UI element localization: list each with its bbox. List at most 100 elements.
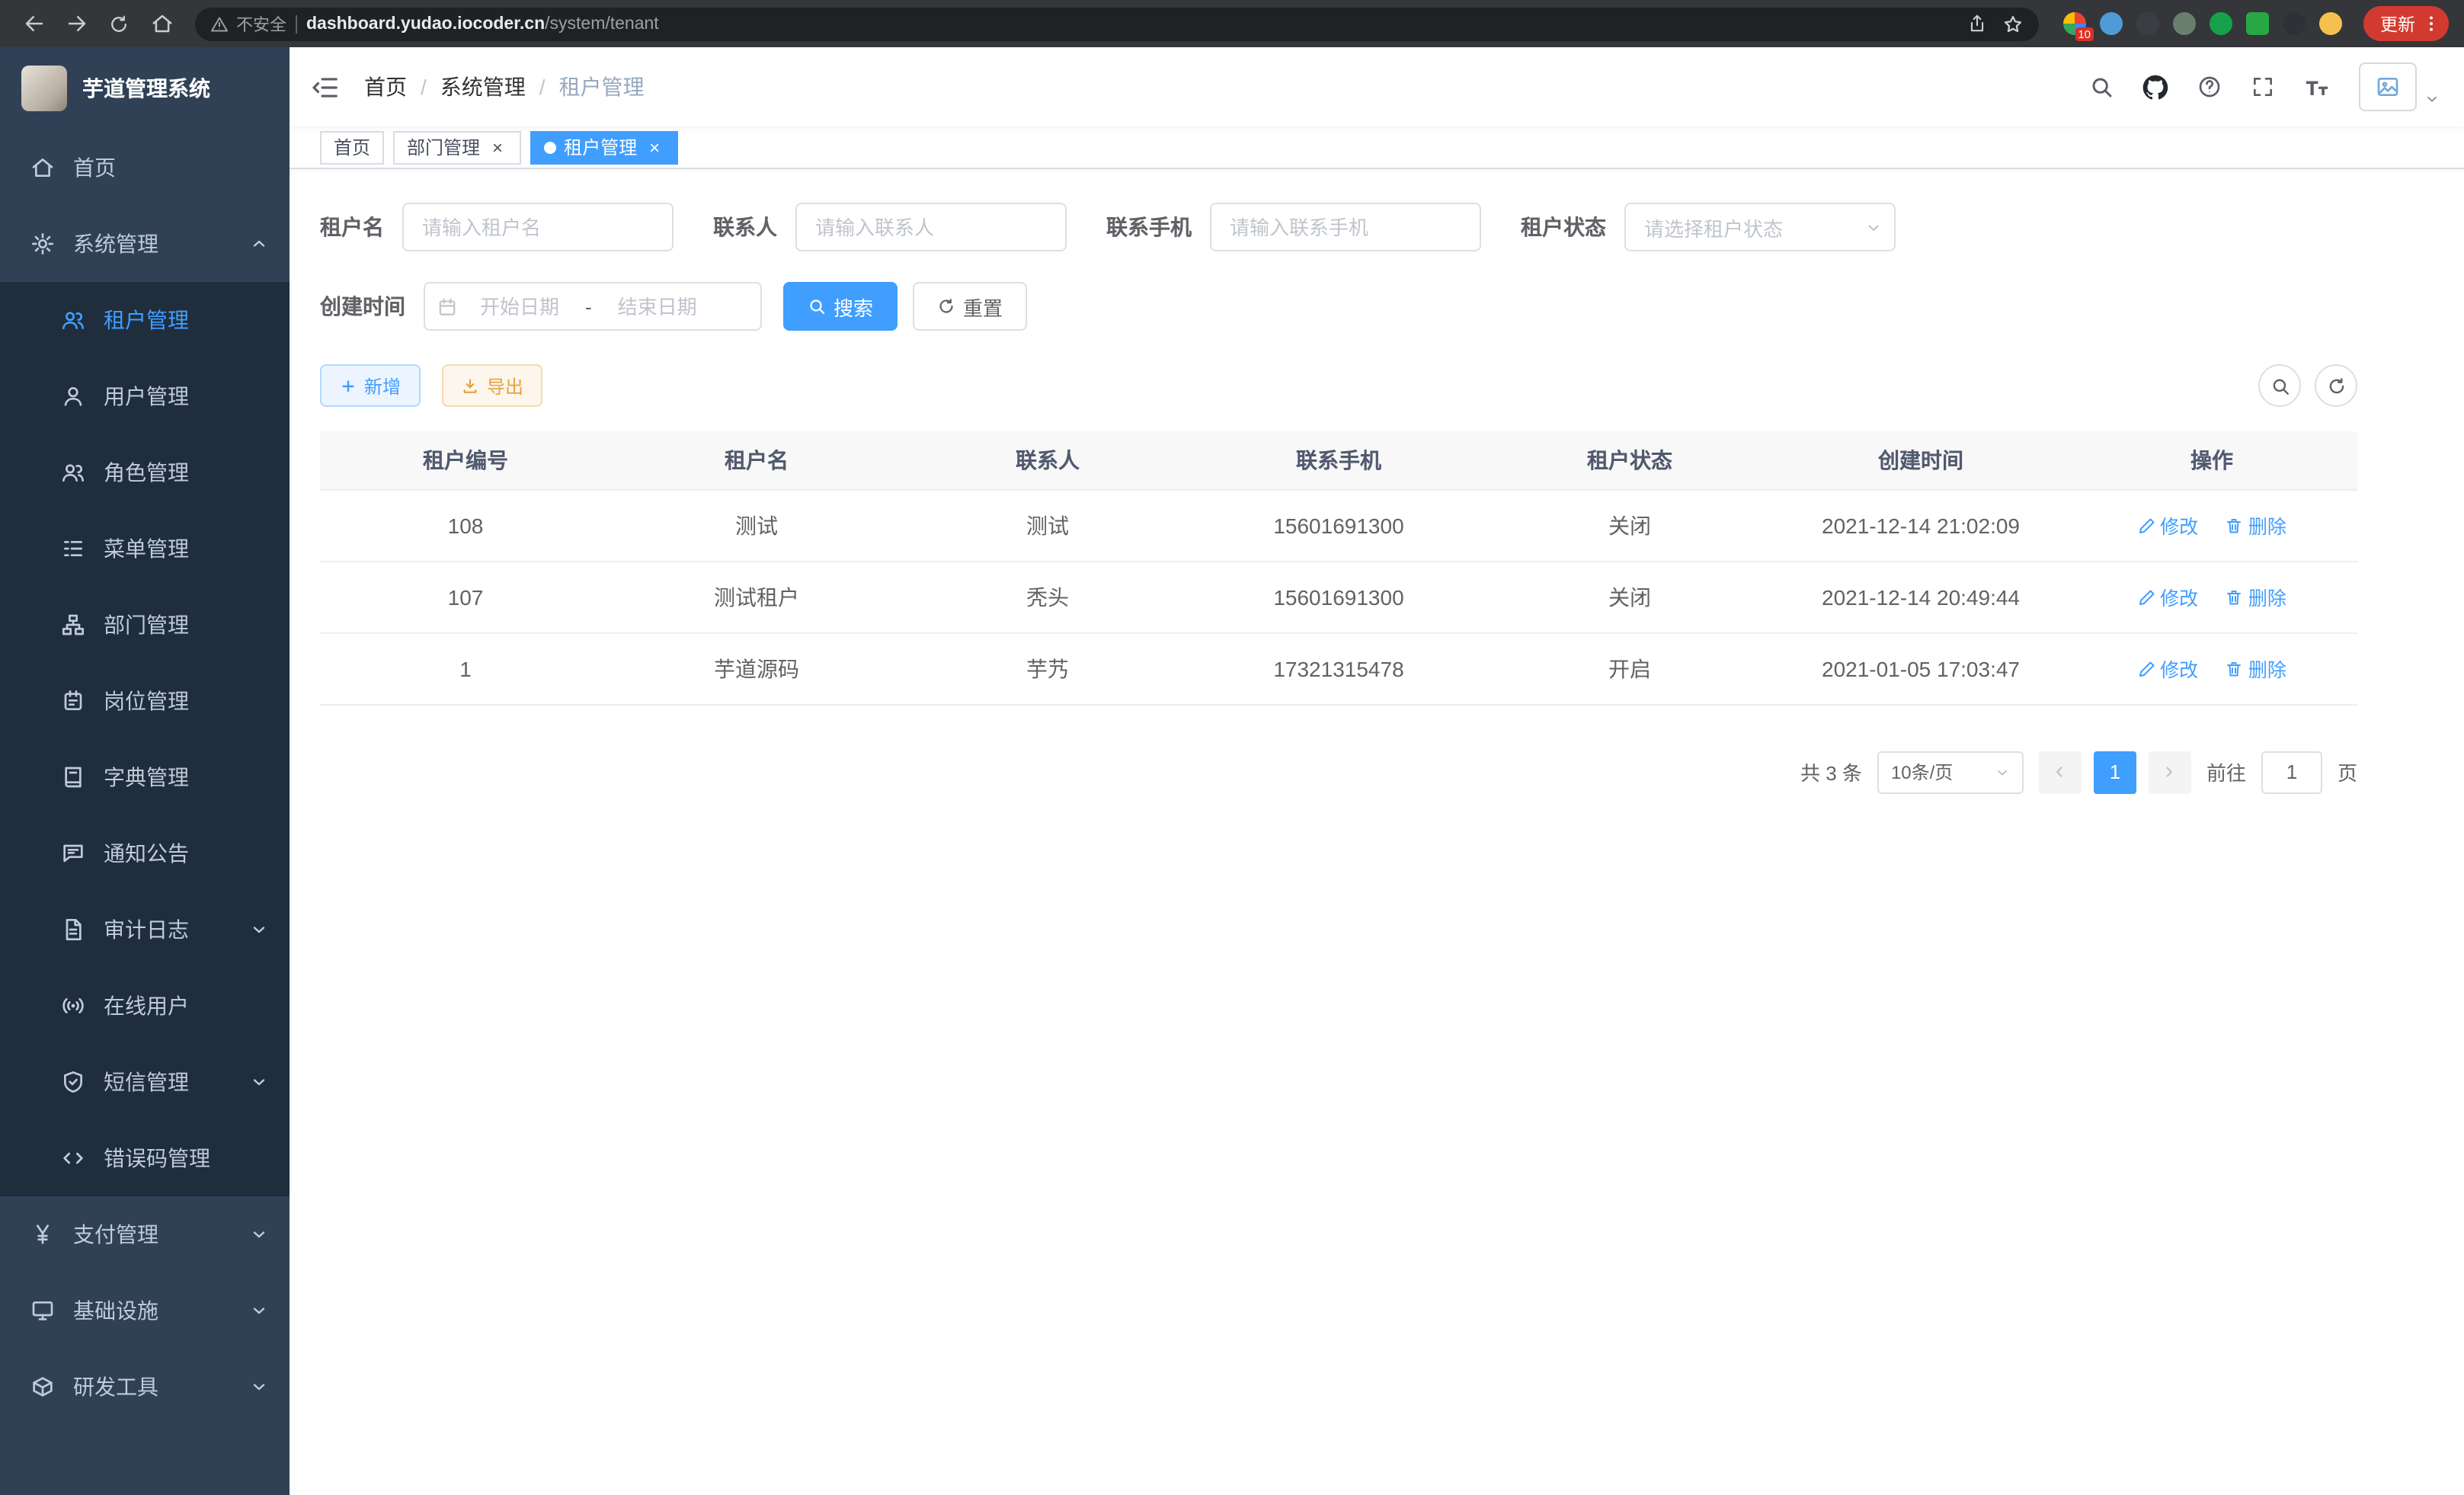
search-icon — [2089, 75, 2114, 99]
phone-input[interactable] — [1210, 203, 1481, 251]
reset-button[interactable]: 重置 — [913, 282, 1027, 331]
sidebar-item-notice[interactable]: 通知公告 — [0, 815, 290, 892]
refresh-table-button[interactable] — [2315, 364, 2357, 407]
extension-icon[interactable] — [2210, 12, 2232, 35]
browser-update-button[interactable]: 更新 — [2363, 6, 2449, 41]
address-bar[interactable]: 不安全 dashboard.yudao.iocoder.cn/system/te… — [195, 7, 2039, 40]
sidebar-item-error-code[interactable]: 错误码管理 — [0, 1120, 290, 1196]
range-separator: - — [582, 295, 595, 318]
sidebar-item-label: 错误码管理 — [104, 1143, 210, 1173]
sidebar-item-roles[interactable]: 角色管理 — [0, 434, 290, 511]
tenant-name-input[interactable] — [402, 203, 674, 251]
edit-icon — [2137, 659, 2155, 677]
header-search-button[interactable] — [2089, 75, 2114, 99]
sidebar-item-menus[interactable]: 菜单管理 — [0, 511, 290, 587]
start-date-input[interactable] — [460, 295, 579, 318]
notice-icon — [61, 841, 85, 866]
browser-reload-button[interactable] — [101, 5, 137, 42]
breadcrumb-system[interactable]: 系统管理 — [440, 72, 526, 102]
page-number-current[interactable]: 1 — [2094, 751, 2136, 793]
next-page-button[interactable] — [2149, 751, 2191, 793]
docs-help-button[interactable] — [2197, 75, 2222, 99]
trash-icon — [2226, 587, 2244, 606]
filter-row-1: 租户名 联系人 联系手机 租户状态 请选择租户状态 — [320, 203, 2357, 251]
question-icon — [2197, 75, 2222, 99]
kebab-menu-icon[interactable] — [2421, 14, 2441, 34]
edit-button[interactable]: 修改 — [2137, 654, 2198, 683]
sidebar-item-audit-log[interactable]: 审计日志 — [0, 892, 290, 968]
sidebar-item-sms[interactable]: 短信管理 — [0, 1044, 290, 1120]
tag-dept[interactable]: 部门管理 × — [393, 130, 521, 164]
tag-home[interactable]: 首页 — [320, 130, 384, 164]
sidebar-item-label: 基础设施 — [73, 1295, 158, 1326]
breadcrumb-separator: / — [421, 75, 427, 99]
page-size-select[interactable]: 10条/页 — [1877, 751, 2024, 793]
filter-tenant-name: 租户名 — [320, 203, 674, 251]
delete-button[interactable]: 删除 — [2226, 511, 2286, 539]
fullscreen-button[interactable] — [2251, 75, 2275, 99]
sidebar-item-infrastructure[interactable]: 基础设施 — [0, 1273, 290, 1349]
button-label: 删除 — [2248, 582, 2286, 611]
pay-icon — [30, 1222, 55, 1247]
browser-back-button[interactable] — [15, 5, 52, 42]
breadcrumb-home[interactable]: 首页 — [364, 72, 407, 102]
sidebar-item-label: 菜单管理 — [104, 533, 189, 564]
sidebar-item-departments[interactable]: 部门管理 — [0, 587, 290, 663]
sidebar-item-online-users[interactable]: 在线用户 — [0, 968, 290, 1044]
user-menu[interactable] — [2359, 62, 2440, 111]
field-label: 联系手机 — [1106, 212, 1192, 242]
sidebar-item-system[interactable]: 系统管理 — [0, 206, 290, 282]
github-button[interactable] — [2142, 74, 2168, 100]
app-logo[interactable]: 芋道管理系统 — [0, 47, 290, 130]
delete-button[interactable]: 删除 — [2226, 654, 2286, 683]
font-size-button[interactable] — [2304, 74, 2330, 100]
security-indicator[interactable]: 不安全 — [210, 11, 286, 36]
tag-tenant-active[interactable]: 租户管理 × — [530, 130, 678, 164]
share-icon[interactable] — [1967, 14, 1987, 34]
sidebar-item-home[interactable]: 首页 — [0, 130, 290, 206]
prev-page-button[interactable] — [2039, 751, 2082, 793]
end-date-input[interactable] — [598, 295, 717, 318]
browser-toolbar: 不安全 dashboard.yudao.iocoder.cn/system/te… — [0, 0, 2464, 47]
goto-page-input[interactable] — [2261, 751, 2322, 793]
url-host: dashboard.yudao.iocoder.cn — [306, 14, 545, 33]
sidebar-item-tenant[interactable]: 租户管理 — [0, 282, 290, 358]
close-icon[interactable]: × — [488, 137, 507, 157]
extension-icon[interactable]: 10 — [2063, 12, 2086, 35]
extension-icon[interactable] — [2136, 12, 2159, 35]
delete-button[interactable]: 删除 — [2226, 582, 2286, 611]
browser-home-button[interactable] — [143, 5, 180, 42]
download-icon — [462, 377, 479, 394]
sidebar-item-users[interactable]: 用户管理 — [0, 358, 290, 434]
tag-label: 部门管理 — [407, 134, 480, 160]
browser-forward-button[interactable] — [58, 5, 94, 42]
cell-tenant-id: 107 — [320, 561, 611, 632]
sidebar-item-payment[interactable]: 支付管理 — [0, 1196, 290, 1273]
status-select[interactable]: 请选择租户状态 — [1624, 203, 1896, 251]
extension-icon[interactable] — [2173, 12, 2196, 35]
top-navbar: 首页 / 系统管理 / 租户管理 — [290, 47, 2464, 126]
sidebar-item-devtools[interactable]: 研发工具 — [0, 1349, 290, 1425]
contact-input[interactable] — [795, 203, 1067, 251]
sidebar-item-dict[interactable]: 字典管理 — [0, 739, 290, 815]
close-icon[interactable]: × — [645, 137, 664, 157]
extension-icon[interactable] — [2100, 12, 2123, 35]
date-range-picker[interactable]: - — [424, 282, 762, 331]
toggle-search-button[interactable] — [2258, 364, 2301, 407]
extension-icon[interactable] — [2319, 12, 2342, 35]
edit-button[interactable]: 修改 — [2137, 511, 2198, 539]
bookmark-star-icon[interactable] — [2002, 13, 2024, 34]
table-toolbar: 新增 导出 — [320, 364, 2357, 407]
back-icon — [22, 12, 45, 35]
search-button[interactable]: 搜索 — [783, 282, 898, 331]
sidebar-item-posts[interactable]: 岗位管理 — [0, 663, 290, 739]
column-header: 租户名 — [611, 431, 902, 489]
cell-tenant-id: 1 — [320, 632, 611, 704]
extension-icon[interactable] — [2283, 12, 2306, 35]
extension-icon[interactable] — [2246, 12, 2269, 35]
add-button[interactable]: 新增 — [320, 364, 421, 407]
export-button[interactable]: 导出 — [443, 364, 543, 407]
filter-contact: 联系人 — [713, 203, 1067, 251]
edit-button[interactable]: 修改 — [2137, 582, 2198, 611]
sidebar-toggle[interactable] — [311, 72, 340, 101]
